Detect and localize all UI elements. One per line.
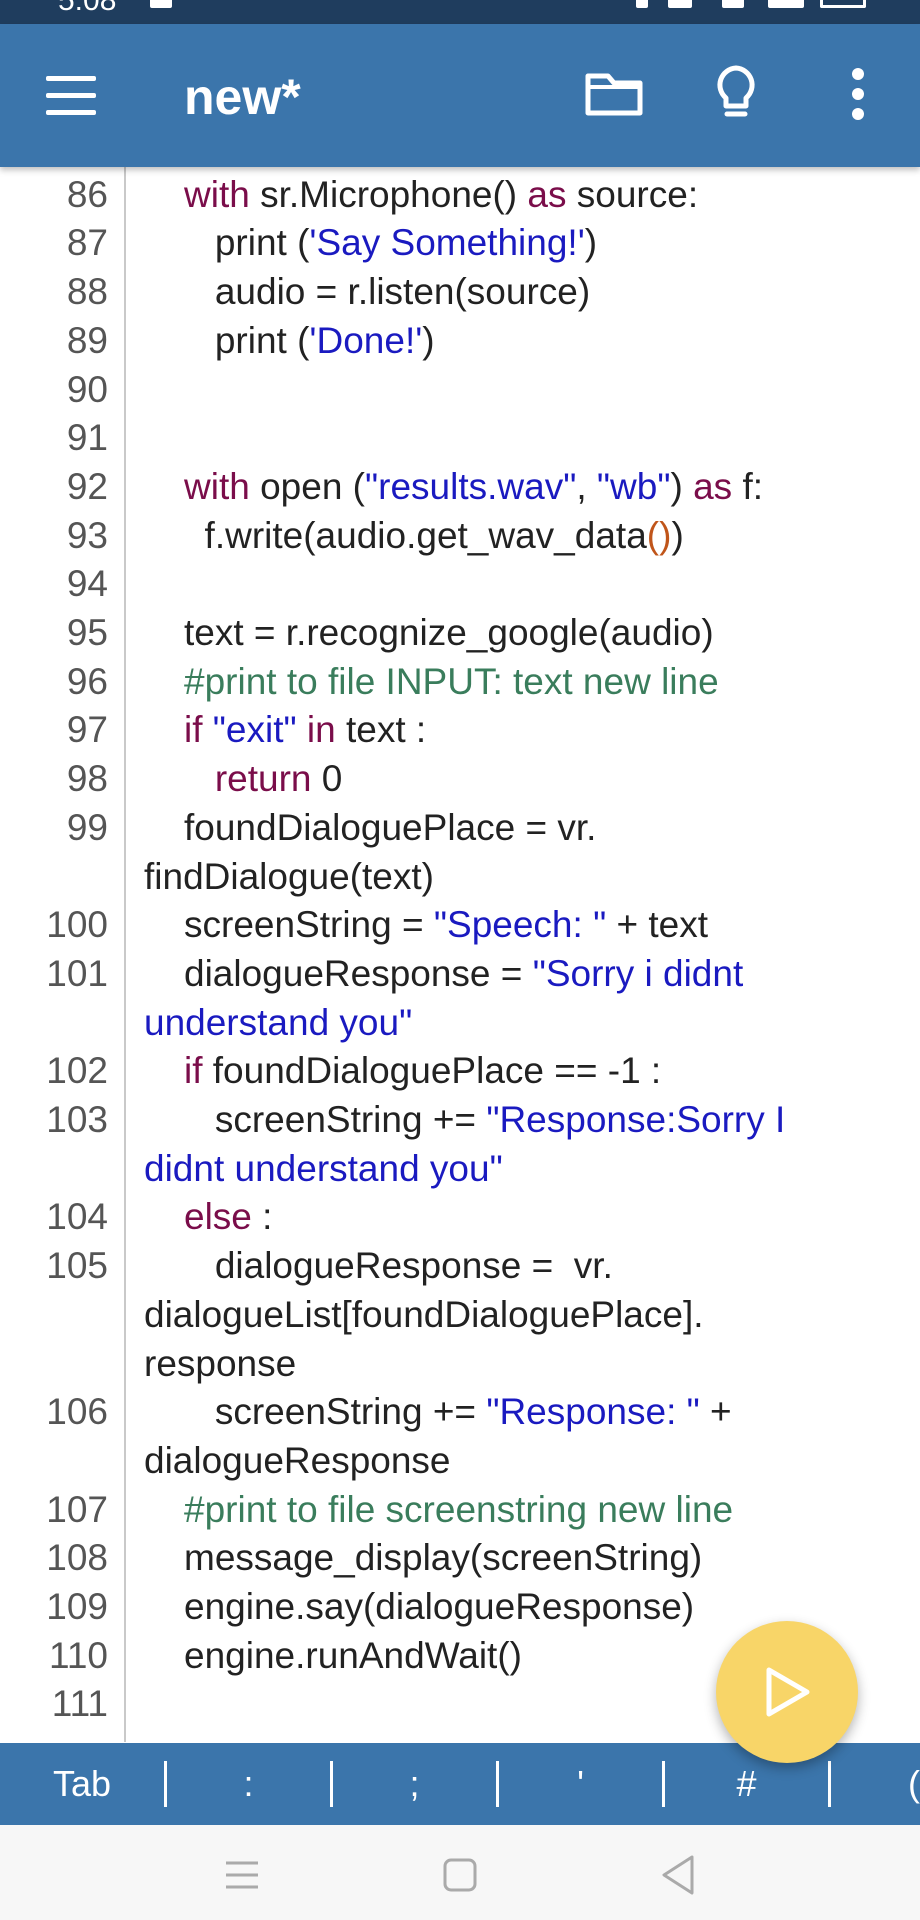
code-text: if foundDialoguePlace == -1 : — [184, 1050, 662, 1092]
code-text: findDialogue(text) — [144, 855, 434, 897]
line-number: 91 — [66, 417, 108, 459]
code-text: screenString += "Response: " + — [184, 1391, 732, 1433]
code-text: engine.runAndWait() — [184, 1634, 522, 1676]
symbol-key-quote[interactable]: ' — [499, 1743, 662, 1825]
code-text: print ('Done!') — [184, 319, 435, 361]
line-number: 93 — [66, 514, 108, 556]
status-bar: 5:08 — [0, 0, 920, 24]
code-text: dialogueList[foundDialoguePlace]. — [144, 1293, 704, 1335]
line-number: 109 — [46, 1586, 108, 1627]
run-button[interactable] — [716, 1621, 858, 1763]
line-number: 103 — [46, 1099, 108, 1140]
code-text: text = r.recognize_google(audio) — [184, 612, 714, 653]
line-number: 106 — [46, 1391, 108, 1433]
code-text: if "exit" in text : — [184, 709, 427, 751]
code-text: screenString = "Speech: " + text — [184, 904, 709, 946]
line-number: 90 — [66, 368, 108, 410]
file-title: new* — [184, 69, 301, 125]
app-bar: new* — [0, 24, 920, 167]
notification-icon — [150, 0, 172, 8]
line-number: 94 — [66, 563, 108, 605]
back-icon[interactable] — [648, 1845, 708, 1905]
line-number: 108 — [46, 1537, 108, 1579]
symbol-key-paren[interactable]: ( — [831, 1743, 920, 1825]
line-number: 87 — [66, 222, 108, 264]
bluetooth-icon — [636, 0, 648, 8]
line-number: 101 — [46, 952, 108, 994]
symbol-key-colon[interactable]: : — [167, 1743, 330, 1825]
code-text: didnt understand you" — [144, 1147, 503, 1189]
code-text: print ('Say Something!') — [184, 222, 598, 264]
gutter-divider — [124, 152, 126, 1742]
code-text: f.write(audio.get_wav_data()) — [184, 514, 684, 556]
line-number: 102 — [46, 1050, 108, 1092]
signal-icon — [768, 0, 804, 8]
mute-icon — [668, 0, 692, 8]
code-text: response — [144, 1342, 297, 1384]
line-number: 99 — [66, 806, 108, 848]
line-number: 111 — [51, 1683, 108, 1725]
hamburger-menu-icon[interactable] — [46, 76, 96, 116]
code-text: audio = r.listen(source) — [184, 271, 591, 313]
code-text: understand you" — [144, 1001, 413, 1043]
lightbulb-icon[interactable] — [696, 54, 776, 134]
line-number: 89 — [66, 319, 108, 361]
line-number: 100 — [46, 904, 108, 946]
code-text: dialogueResponse = "Sorry i didnt — [184, 952, 744, 994]
code-text: #print to file screenstring new line — [184, 1488, 734, 1530]
code-text: else : — [184, 1196, 273, 1238]
more-vert-icon[interactable] — [818, 54, 898, 134]
code-text: message_display(screenString) — [184, 1537, 703, 1579]
line-number: 97 — [66, 709, 108, 751]
lte-icon — [722, 0, 744, 8]
code-text: #print to file INPUT: text new line — [184, 660, 719, 702]
code-text: engine.say(dialogueResponse) — [184, 1586, 695, 1627]
code-text: with open ("results.wav", "wb") as f: — [184, 465, 764, 507]
code-text: foundDialoguePlace = vr. — [184, 806, 597, 848]
code-text: with sr.Microphone() as source: — [184, 173, 699, 215]
code-text: dialogueResponse — [144, 1439, 451, 1481]
code-text: return 0 — [214, 758, 343, 800]
battery-icon — [820, 0, 866, 8]
code-text: screenString += "Response:Sorry I — [184, 1099, 786, 1140]
line-number: 110 — [49, 1634, 108, 1676]
status-time: 5:08 — [58, 0, 117, 17]
line-number: 86 — [66, 173, 108, 215]
code-text: dialogueResponse = vr. — [184, 1245, 613, 1287]
line-number: 104 — [46, 1196, 108, 1238]
line-number: 88 — [66, 271, 108, 313]
code-editor[interactable]: 8586with sr.Microphone() as source:87 pr… — [0, 152, 920, 1742]
system-nav-bar — [0, 1825, 920, 1920]
recents-icon[interactable] — [212, 1845, 272, 1905]
line-number: 96 — [66, 660, 108, 702]
line-number: 92 — [66, 465, 108, 507]
home-icon[interactable] — [430, 1845, 490, 1905]
folder-icon[interactable] — [574, 54, 654, 134]
line-number: 98 — [66, 758, 108, 800]
line-number: 105 — [46, 1245, 108, 1287]
play-icon — [766, 1667, 810, 1717]
symbol-key-semicolon[interactable]: ; — [333, 1743, 496, 1825]
line-number: 95 — [66, 612, 108, 653]
line-number: 107 — [46, 1488, 108, 1530]
symbol-key-tab[interactable]: Tab — [0, 1743, 164, 1825]
